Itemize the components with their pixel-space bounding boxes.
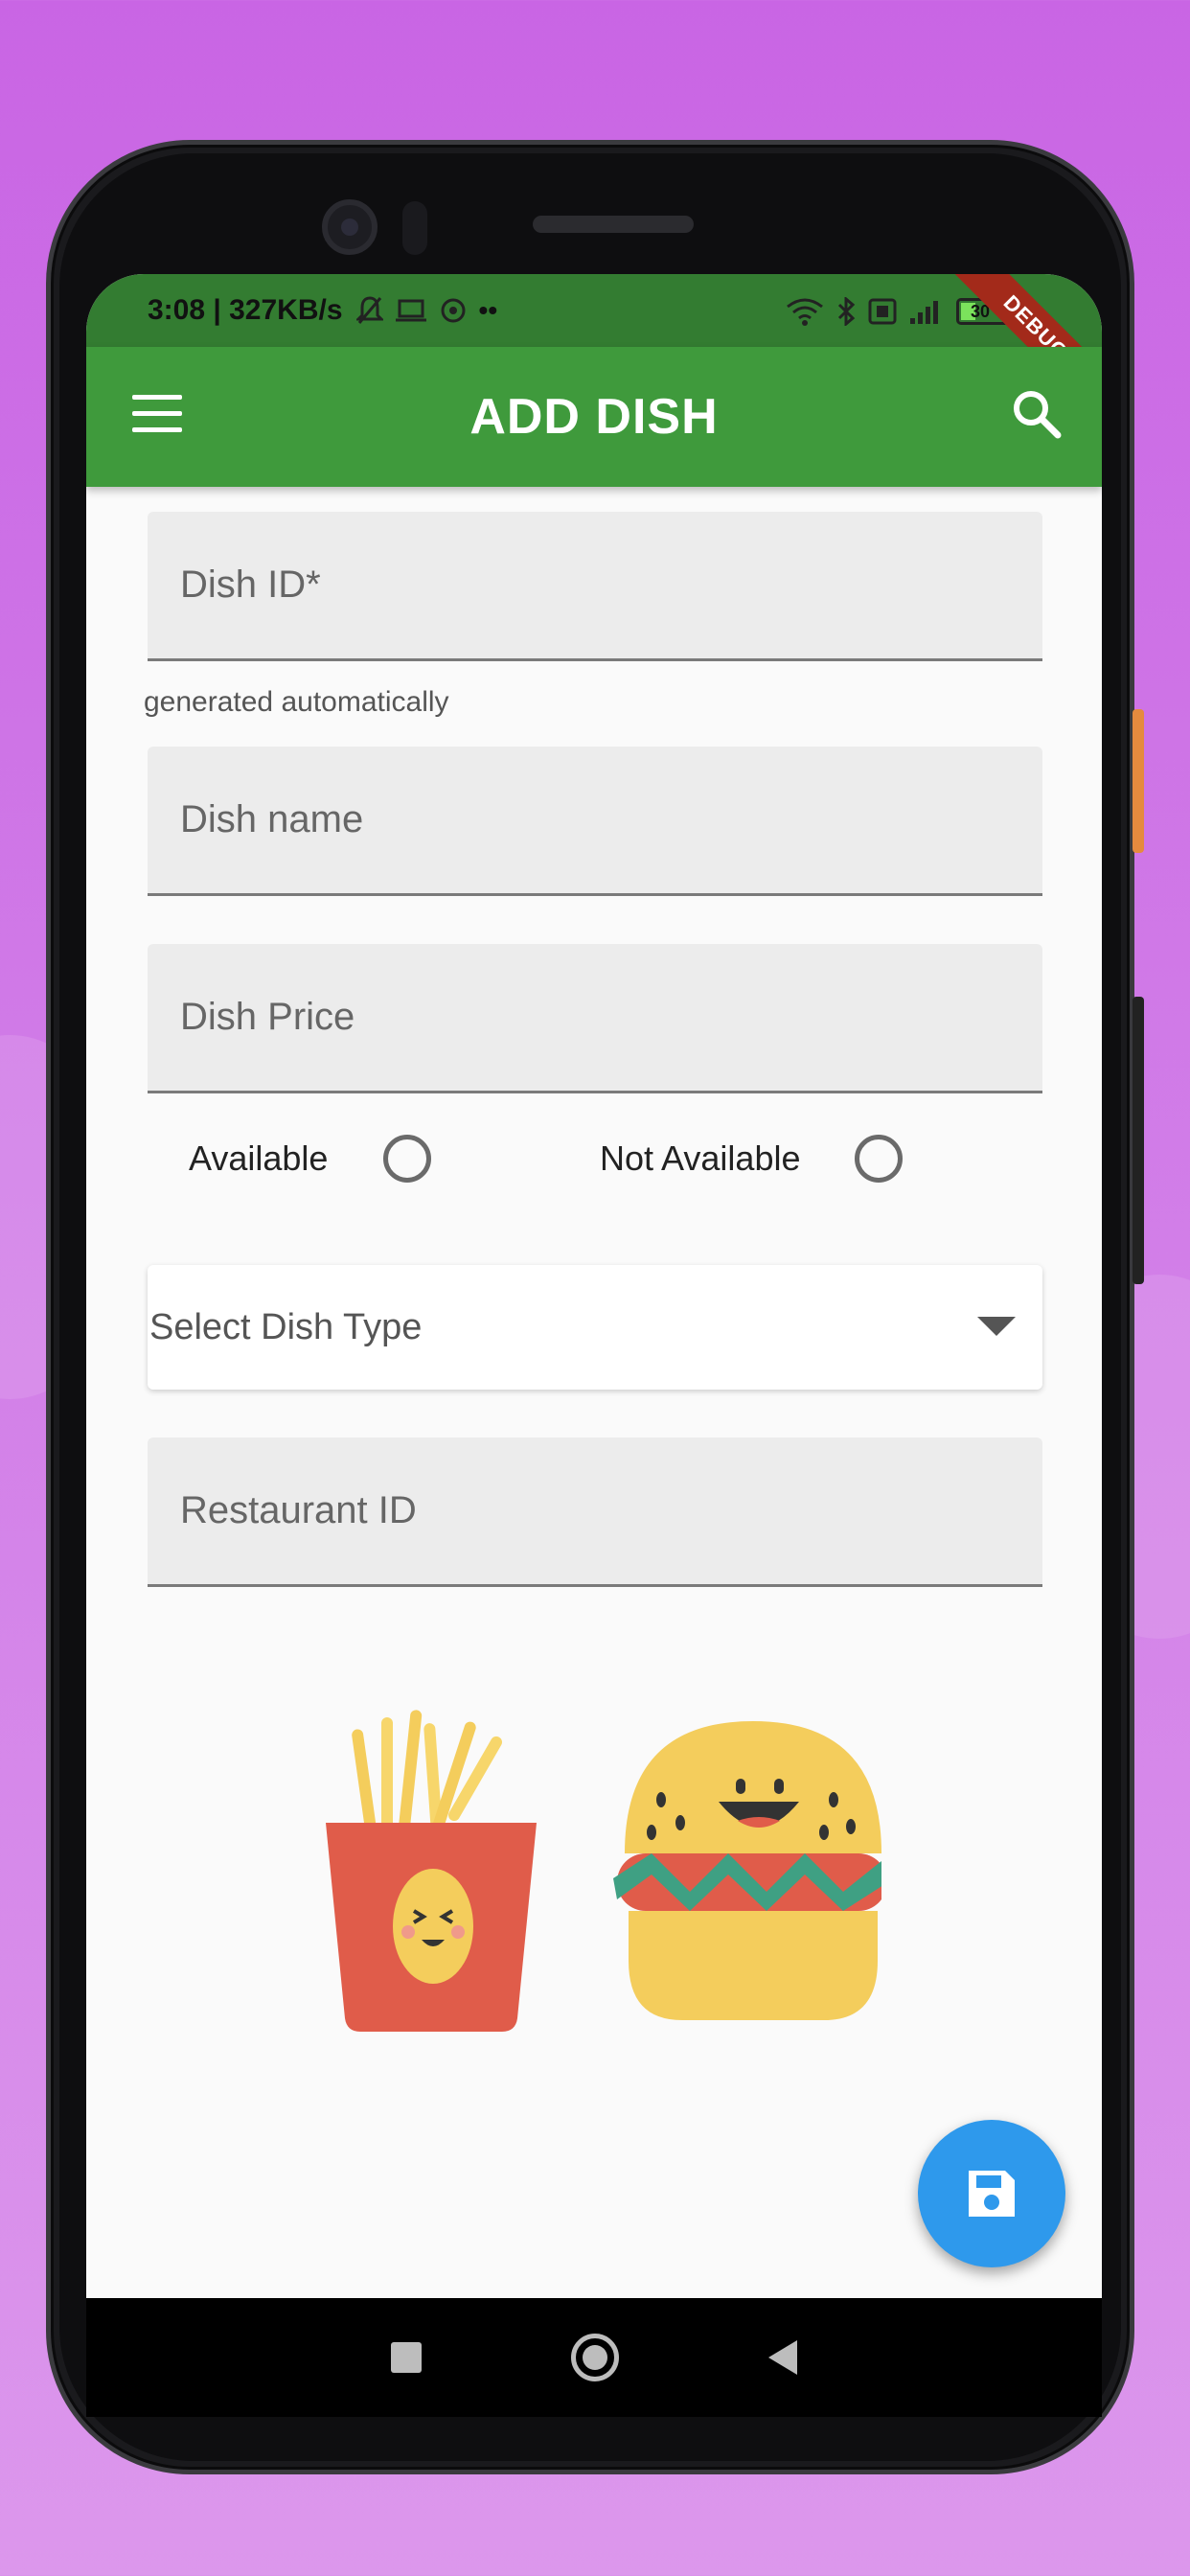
nfc-icon bbox=[868, 298, 897, 325]
dish-id-field[interactable] bbox=[148, 512, 1042, 661]
dish-type-dropdown[interactable]: Select Dish Type bbox=[148, 1265, 1042, 1390]
food-illustration bbox=[326, 1710, 881, 2032]
system-nav-bar bbox=[86, 2298, 1102, 2417]
bell-muted-icon bbox=[355, 296, 383, 324]
not-available-label: Not Available bbox=[600, 1138, 801, 1178]
dish-price-input[interactable] bbox=[148, 944, 1042, 1091]
bluetooth-icon bbox=[837, 297, 856, 326]
not-available-radio[interactable] bbox=[855, 1135, 903, 1183]
status-extra-icons: •• bbox=[355, 295, 498, 326]
sync-icon bbox=[441, 298, 466, 323]
status-right-icons: 30 bbox=[786, 297, 1010, 326]
dish-id-helper-text: generated automatically bbox=[144, 686, 449, 718]
phone-side-button bbox=[1133, 709, 1144, 853]
app-screen: 3:08 | 327KB/s •• 30 DEBUG ADD DISH Dish… bbox=[86, 274, 1102, 2416]
status-bar: 3:08 | 327KB/s •• 30 DEBUG bbox=[86, 274, 1102, 426]
wifi-icon bbox=[787, 298, 823, 326]
home-button[interactable] bbox=[571, 2334, 619, 2381]
dish-name-field[interactable] bbox=[148, 747, 1042, 896]
available-radio[interactable] bbox=[383, 1135, 431, 1183]
app-bar: ADD DISH bbox=[86, 347, 1102, 487]
dish-name-input[interactable] bbox=[148, 747, 1042, 893]
save-icon bbox=[969, 2171, 1015, 2217]
availability-radio-group: Available Not Available bbox=[86, 1125, 1102, 1192]
back-button[interactable] bbox=[768, 2340, 797, 2375]
phone-side-button bbox=[1133, 997, 1144, 1284]
menu-icon[interactable] bbox=[132, 395, 182, 433]
restaurant-id-field[interactable] bbox=[148, 1438, 1042, 1587]
dish-id-input[interactable] bbox=[148, 512, 1042, 658]
earpiece-speaker bbox=[533, 216, 694, 233]
available-label: Available bbox=[189, 1138, 329, 1178]
restaurant-id-input[interactable] bbox=[148, 1438, 1042, 1584]
signal-icon bbox=[910, 301, 938, 324]
fries-illustration bbox=[326, 1710, 537, 2032]
page-title: ADD DISH bbox=[469, 389, 719, 445]
save-button[interactable] bbox=[918, 2120, 1065, 2267]
burger-illustration bbox=[613, 1721, 881, 2020]
search-icon[interactable] bbox=[1010, 387, 1064, 441]
front-camera bbox=[322, 199, 378, 255]
dish-price-field[interactable] bbox=[148, 944, 1042, 1093]
status-time-speed: 3:08 | 327KB/s bbox=[148, 294, 343, 326]
dish-type-placeholder: Select Dish Type bbox=[149, 1306, 423, 1347]
proximity-sensor bbox=[402, 201, 427, 255]
chevron-down-icon bbox=[977, 1317, 1016, 1336]
laptop-icon bbox=[395, 299, 426, 322]
recents-button[interactable] bbox=[391, 2342, 422, 2373]
more-dots-icon: •• bbox=[478, 295, 498, 325]
